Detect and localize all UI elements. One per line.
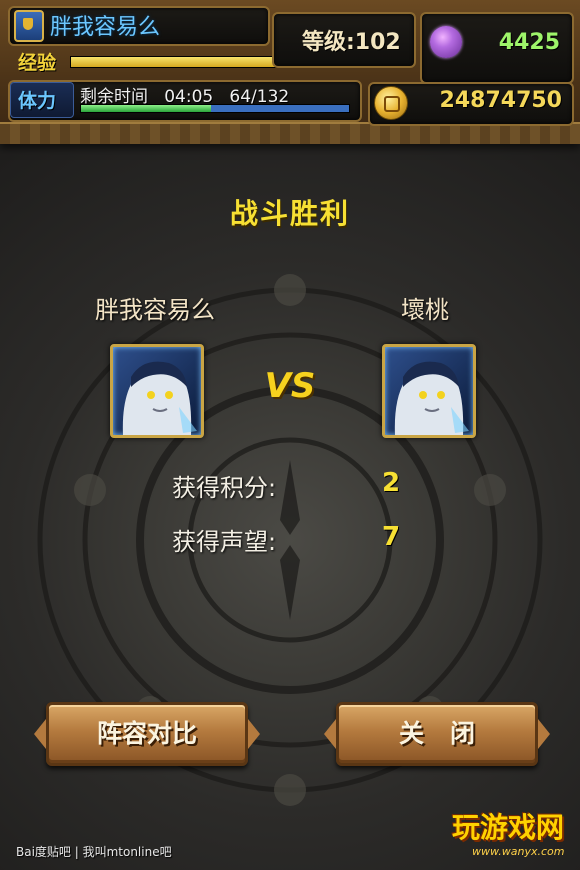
gem-count: 4425 [498, 30, 560, 55]
baidu-watermark: Bai度贴吧 | 我叫mtonline吧 [16, 845, 172, 859]
site-url-watermark: www.wanyx.com [472, 845, 565, 858]
site-brand-watermark: 玩游戏网 [452, 811, 565, 844]
exp-label: 经验 [18, 52, 57, 74]
player-left-name: 胖我容易么 [95, 296, 215, 324]
rank-badge-icon [14, 10, 44, 42]
lineup-compare-button[interactable]: 阵容对比 [34, 702, 260, 766]
versus-label: VS [264, 366, 316, 406]
player-right-name: 壞桃 [401, 296, 449, 324]
close-button[interactable]: 关闭 [324, 702, 550, 766]
energy-bar-fill [81, 105, 211, 112]
points-gained-value: 2 [382, 468, 401, 498]
player-left-avatar[interactable] [110, 344, 204, 438]
prestige-gained-value: 7 [382, 522, 401, 552]
gold-count: 24874750 [439, 88, 562, 113]
player-level: 等级:102 [302, 30, 401, 55]
player-right-avatar[interactable] [382, 344, 476, 438]
energy-label: 体力 [18, 90, 57, 112]
gold-coin-icon [374, 86, 408, 120]
prestige-gained-label: 获得声望: [172, 528, 277, 556]
ghost-character-icon [122, 361, 197, 435]
player-name: 胖我容易么 [50, 15, 161, 40]
points-gained-label: 获得积分: [172, 474, 277, 502]
energy-bar-remaining [210, 105, 349, 112]
ghost-character-icon [394, 361, 469, 435]
battle-result-title: 战斗胜利 [229, 197, 350, 230]
energy-bar [80, 104, 350, 113]
gem-icon [430, 26, 462, 58]
